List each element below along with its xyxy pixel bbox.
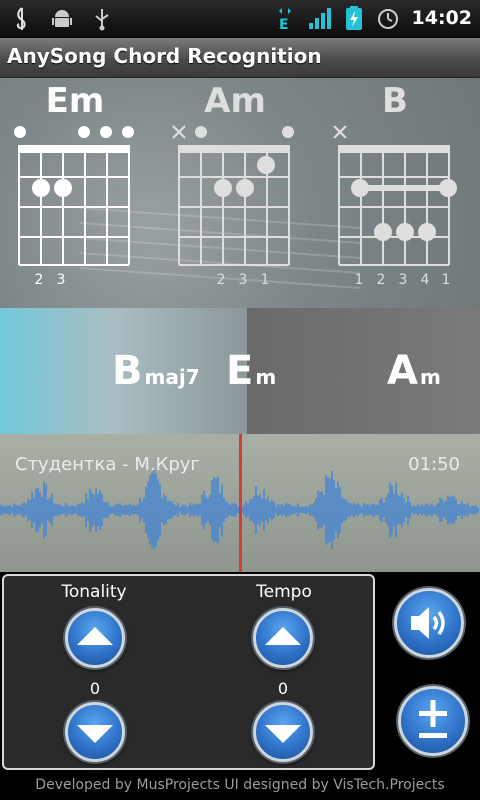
volume-button[interactable] [394, 588, 464, 658]
finger-number: 2 [35, 272, 44, 288]
controls-area: Tonality Tempo 0 0 [0, 572, 480, 772]
progression-chord: Bmaj7 [112, 348, 200, 394]
arrow-up-icon [265, 627, 301, 645]
signal-icon [308, 8, 331, 29]
finger-number: 1 [261, 272, 270, 288]
usb-icon [95, 9, 109, 31]
tonality-label: Tonality [61, 582, 127, 602]
arrow-down-icon [265, 725, 301, 743]
chord-diagram-b: B 1 2 3 4 1 [333, 81, 457, 288]
arrow-up-icon [77, 627, 113, 645]
finger-number: 4 [421, 272, 430, 288]
battery-charging-icon [345, 6, 362, 30]
tonality-up-button[interactable] [65, 608, 125, 668]
arrow-down-icon [77, 725, 113, 743]
tempo-label: Tempo [256, 582, 312, 602]
android-icon [52, 10, 72, 27]
chord-name: Am [204, 81, 266, 121]
progression-chord: Am [387, 348, 441, 394]
waveform-panel[interactable]: Студентка - М.Круг 01:50 [0, 434, 480, 572]
chord-diagrams-panel: Em 2 3 Am 2 3 1 B 1 2 3 4 1 [0, 78, 480, 308]
app-title: AnySong Chord Recognition [7, 44, 322, 68]
chord-name: B [382, 81, 408, 121]
chord-diagram-am: Am 2 3 1 [172, 81, 294, 288]
svg-text:E: E [279, 17, 289, 31]
tempo-up-button[interactable] [253, 608, 313, 668]
clock-time: 14:02 [411, 7, 472, 29]
track-duration: 01:50 [408, 454, 460, 475]
playhead[interactable] [239, 434, 242, 572]
finger-number: 3 [399, 272, 408, 288]
upcoming-region [247, 308, 480, 434]
plus-minus-icon [419, 700, 447, 738]
finger-number: 3 [57, 272, 66, 288]
alarm-icon [377, 9, 398, 29]
tempo-down-button[interactable] [253, 702, 313, 762]
speaker-icon [411, 607, 445, 639]
tonality-down-button[interactable] [65, 702, 125, 762]
finger-number: 1 [442, 272, 451, 288]
tempo-value: 0 [277, 679, 289, 698]
finger-number: 2 [217, 272, 226, 288]
edge-data-icon: E [278, 8, 291, 31]
chord-progression-strip: Bmaj7 Em Am [0, 308, 480, 434]
add-remove-button[interactable] [398, 686, 468, 756]
app-title-bar: AnySong Chord Recognition [0, 38, 480, 78]
chord-diagram-em: Em 2 3 [14, 81, 134, 288]
progression-chord: Em [226, 348, 277, 394]
pitch-tempo-panel: Tonality Tempo 0 0 [2, 574, 375, 770]
track-title: Студентка - М.Круг [15, 454, 200, 475]
credits-footer: Developed by MusProjects UI designed by … [0, 772, 480, 800]
finger-number: 3 [239, 272, 248, 288]
music-clef-icon [16, 7, 26, 30]
status-bar: E 14:02 [0, 0, 480, 38]
finger-number: 2 [377, 272, 386, 288]
tonality-value: 0 [89, 679, 101, 698]
finger-number: 1 [355, 272, 364, 288]
chord-name: Em [46, 81, 105, 121]
